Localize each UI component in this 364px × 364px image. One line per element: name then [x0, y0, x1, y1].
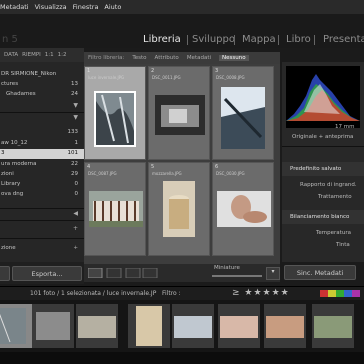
view-mode-icons[interactable] — [88, 268, 158, 278]
filter-text[interactable]: Testo — [132, 55, 146, 61]
module-map[interactable]: Mappa — [242, 34, 276, 45]
library-filter-bar: Filtro libreria: Testo Attributo Metadat… — [84, 52, 280, 64]
grid-cell[interactable]: 2 DSC_0011.JPG — [148, 66, 210, 160]
collapse-icon[interactable]: ▼ — [73, 114, 78, 121]
filmstrip-thumb[interactable] — [218, 304, 260, 348]
aspect-label: Rapporto di ingrand. — [300, 182, 357, 188]
zoom-data[interactable]: DATA — [4, 52, 18, 58]
module-library[interactable]: Libreria — [143, 34, 181, 45]
focal-length: 17 mm — [335, 124, 355, 130]
grid-cell-selected[interactable]: 1 luce invernale.JPG — [84, 66, 146, 160]
filter-title: Filtro libreria: — [88, 55, 125, 61]
folder-row[interactable]: Ghadames 24 — [0, 90, 84, 100]
collection-row[interactable]: zioni 29 — [0, 170, 84, 180]
expand-icon[interactable]: + — [73, 225, 78, 232]
menu-aiuto[interactable]: Aiuto — [104, 3, 121, 11]
navigator-header: DATA RIEMPI 1:1 1:2 — [0, 48, 84, 62]
filter-attribute[interactable]: Attributo — [155, 55, 179, 61]
rating-filter-stars[interactable]: ≥ ★★★★★ — [232, 288, 290, 298]
zoom-1-2[interactable]: 1:2 — [58, 52, 67, 58]
filmstrip-thumb[interactable] — [32, 304, 74, 348]
export-button[interactable]: Esporta... — [12, 266, 82, 281]
module-book[interactable]: Libro — [286, 34, 311, 45]
photo-thumbnail — [217, 191, 271, 227]
collection-row[interactable]: ova dng 0 — [0, 190, 84, 200]
white-balance-label: Bilanciamento bianco — [290, 214, 350, 220]
zoom-1-1[interactable]: 1:1 — [45, 52, 54, 58]
sync-metadata-button[interactable]: Sinc. Metadati — [284, 265, 356, 280]
filmstrip-filter-label: Filtro : — [162, 290, 181, 297]
taskbar — [0, 352, 364, 364]
temperature-label: Temperatura — [316, 230, 351, 236]
publish-services-row[interactable]: zione + — [0, 244, 84, 254]
photo-thumbnail — [221, 87, 265, 149]
filmstrip-bar: 101 foto / 1 selezionata / luce invernal… — [0, 286, 364, 301]
filmstrip-info: 101 foto / 1 selezionata / luce invernal… — [30, 290, 157, 297]
menu-metadati[interactable]: Metadati — [0, 3, 29, 11]
grid-cell[interactable]: 4 DSC_0087.JPG — [84, 162, 146, 256]
thumbnail-size-label: Miniature — [214, 265, 240, 271]
filmstrip-thumb[interactable] — [172, 304, 214, 348]
photo-thumbnail — [155, 95, 205, 135]
photo-thumbnail — [163, 181, 195, 237]
module-slideshow[interactable]: Presentaz — [323, 34, 364, 45]
left-panel: DR SIRMIONE_Nikon ctures 13 Ghadames 24 ▼ … — [0, 62, 84, 262]
import-button[interactable] — [0, 266, 10, 281]
folder-row[interactable]: DR SIRMIONE_Nikon — [0, 70, 84, 80]
tint-label: Tinta — [336, 242, 350, 248]
expand-icon[interactable]: ◀ — [73, 210, 78, 217]
thumbnail-slider[interactable] — [212, 275, 262, 277]
menu-finestra[interactable]: Finestra — [73, 3, 99, 11]
toolbar-menu-button[interactable]: ▾ — [266, 267, 280, 280]
filmstrip-thumb[interactable] — [312, 304, 354, 348]
grid-cell[interactable]: 5 mozzarella.JPG — [148, 162, 210, 256]
zoom-fill[interactable]: RIEMPI — [22, 52, 41, 58]
filter-none[interactable]: Nessuno — [219, 55, 249, 61]
filter-metadata[interactable]: Metadati — [187, 55, 211, 61]
filmstrip-thumb[interactable] — [264, 304, 306, 348]
grid-cell[interactable]: 6 DSC_0030.JPG — [212, 162, 274, 256]
photo-grid: 1 luce invernale.JPG 2 DSC_0011.JPG 3 DS… — [84, 64, 280, 264]
treatment-label: Trattamento — [318, 194, 352, 200]
photo-thumbnail — [94, 91, 136, 147]
module-develop[interactable]: Sviluppo — [192, 34, 235, 45]
collection-row-selected[interactable]: 3 101 — [0, 149, 84, 159]
grid-cell[interactable]: 3 DSC_0008.JPG — [212, 66, 274, 160]
module-picker: n 5 Libreria Sviluppo Mappa Libro Presen… — [0, 14, 364, 48]
filmstrip — [0, 300, 364, 352]
collection-row[interactable]: Library 0 — [0, 180, 84, 190]
folder-row[interactable]: ctures 13 — [0, 80, 84, 90]
app-title: n 5 — [2, 34, 18, 45]
original-preview-label: Originale + anteprima — [292, 134, 354, 140]
histogram — [286, 66, 360, 128]
collection-row[interactable]: 133 — [0, 128, 84, 138]
filmstrip-thumb[interactable] — [0, 304, 32, 348]
collapse-icon[interactable]: ▼ — [73, 102, 78, 109]
left-buttons: Esporta... — [0, 262, 84, 284]
collection-row[interactable]: aw 10_12 1 — [0, 139, 84, 149]
menu-bar: Metadati Visualizza Finestra Aiuto — [0, 0, 364, 15]
preset-label: Predefinito salvato — [290, 166, 342, 172]
collection-row[interactable]: ura moderna 22 — [0, 160, 84, 170]
grid-toolbar: Miniature ▾ — [84, 264, 280, 282]
filmstrip-thumb[interactable] — [128, 304, 170, 348]
menu-visualizza[interactable]: Visualizza — [35, 3, 67, 11]
color-label-filter[interactable] — [320, 290, 360, 297]
photo-thumbnail — [89, 191, 143, 227]
filmstrip-thumb[interactable] — [76, 304, 118, 348]
